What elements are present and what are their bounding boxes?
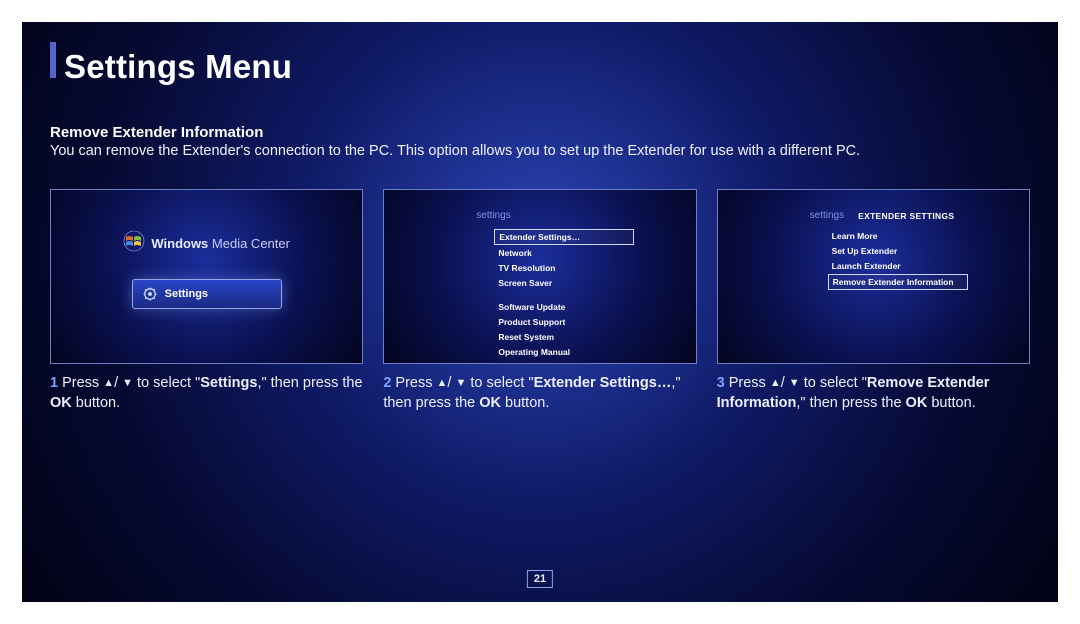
wmc-logo-row: Windows Media Center [51, 230, 362, 257]
title-accent-bar [50, 42, 56, 78]
step-number-1: 1 [50, 375, 58, 391]
step-number-2: 2 [383, 375, 391, 391]
panel3-title: EXTENDER SETTINGS [858, 211, 954, 221]
page-title-row: Settings Menu [50, 42, 1030, 86]
up-arrow-icon: ▲ [770, 377, 781, 389]
menu-item-learn-more: Learn More [828, 229, 968, 243]
section-description: You can remove the Extender's connection… [50, 143, 1030, 159]
up-arrow-icon: ▲ [103, 377, 114, 389]
step-number-3: 3 [717, 375, 725, 391]
caption-1: 1Press ▲/ ▼ to select "Settings," then p… [50, 374, 363, 413]
down-arrow-icon: ▼ [455, 377, 466, 389]
menu-item-product-support: Product Support [494, 315, 634, 329]
screenshot-panels: Windows Media Center [50, 189, 1030, 364]
down-arrow-icon: ▼ [122, 377, 133, 389]
wmc-logo-text: Windows Media Center [151, 236, 290, 251]
menu-item-software-update: Software Update [494, 300, 634, 314]
settings-tile-label: Settings [165, 288, 208, 300]
caption-2: 2Press ▲/ ▼ to select "Extender Settings… [383, 374, 696, 413]
manual-page: Settings Menu Remove Extender Informatio… [22, 22, 1058, 602]
menu-item-remove-extender-info: Remove Extender Information [828, 274, 968, 290]
page-title: Settings Menu [64, 48, 292, 86]
panel3-crumb: settings [810, 210, 844, 221]
step-captions: 1Press ▲/ ▼ to select "Settings," then p… [50, 374, 1030, 413]
panel2-crumb: settings [476, 210, 510, 221]
menu-item-extender-settings: Extender Settings… [494, 229, 634, 245]
screenshot-panel-1: Windows Media Center [50, 189, 363, 364]
menu-item-operating-manual: Operating Manual [494, 345, 634, 359]
menu-item-set-up-extender: Set Up Extender [828, 244, 968, 258]
wmc-text-light: Media Center [208, 236, 290, 251]
page-number: 21 [527, 570, 553, 588]
windows-logo-icon [123, 230, 145, 257]
menu-item-launch-extender: Launch Extender [828, 259, 968, 273]
settings-tile: Settings [132, 279, 282, 309]
section-heading: Remove Extender Information [50, 124, 1030, 141]
panel2-menu-list: Extender Settings… Network TV Resolution… [384, 229, 695, 359]
panel3-header: settings EXTENDER SETTINGS [718, 190, 1029, 229]
up-arrow-icon: ▲ [437, 377, 448, 389]
panel2-header: settings [384, 190, 695, 229]
screenshot-panel-2: settings Extender Settings… Network TV R… [383, 189, 696, 364]
gear-icon [143, 287, 157, 301]
menu-item-screen-saver: Screen Saver [494, 276, 634, 290]
menu-item-network: Network [494, 246, 634, 260]
caption-3: 3Press ▲/ ▼ to select "Remove Extender I… [717, 374, 1030, 413]
screenshot-panel-3: settings EXTENDER SETTINGS Learn More Se… [717, 189, 1030, 364]
menu-item-tv-resolution: TV Resolution [494, 261, 634, 275]
down-arrow-icon: ▼ [789, 377, 800, 389]
menu-item-reset-system: Reset System [494, 330, 634, 344]
wmc-text-bold: Windows [151, 236, 208, 251]
panel3-menu-list: Learn More Set Up Extender Launch Extend… [718, 229, 1029, 290]
